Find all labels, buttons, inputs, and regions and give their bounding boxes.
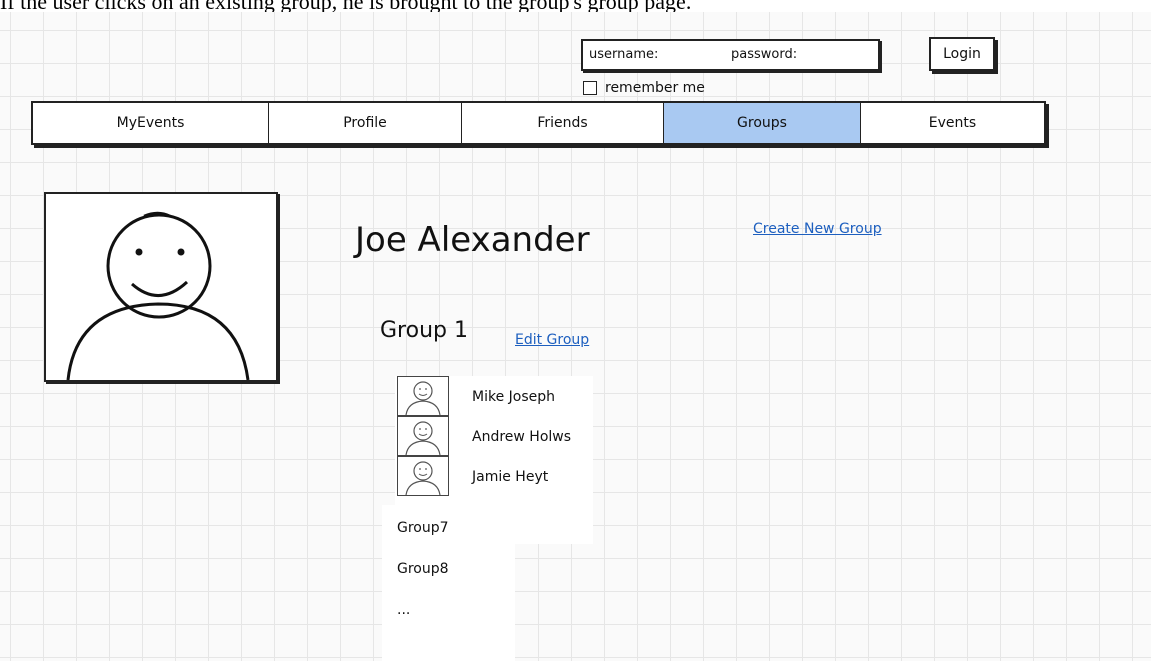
member-name: Jamie Heyt xyxy=(472,469,549,485)
member-avatar-icon xyxy=(397,376,449,416)
page-caption: If the user clicks on an existing group,… xyxy=(0,0,1151,12)
login-credentials-box[interactable]: username: password: xyxy=(581,39,880,71)
smiley-face-icon xyxy=(66,211,250,381)
group-title: Group 1 xyxy=(380,318,468,343)
group-list: Group7 Group8 ... xyxy=(382,505,515,661)
member-name: Andrew Holws xyxy=(472,429,572,445)
remember-me-row[interactable]: remember me xyxy=(583,80,705,96)
tab-groups[interactable]: Groups xyxy=(664,103,861,143)
member-avatar-icon xyxy=(397,456,449,496)
login-button[interactable]: Login xyxy=(929,37,995,71)
remember-me-label: remember me xyxy=(605,80,705,96)
tab-profile[interactable]: Profile xyxy=(269,103,462,143)
create-new-group-link[interactable]: Create New Group xyxy=(753,221,882,237)
remember-me-checkbox[interactable] xyxy=(583,81,597,95)
group-list-item[interactable]: Group8 xyxy=(397,561,449,577)
group-list-item[interactable]: ... xyxy=(397,602,410,618)
member-row[interactable]: Mike Joseph xyxy=(395,376,593,416)
profile-name: Joe Alexander xyxy=(355,220,590,260)
member-row[interactable]: Jamie Heyt xyxy=(395,456,593,496)
tab-myevents[interactable]: MyEvents xyxy=(33,103,269,143)
member-avatar-icon xyxy=(397,416,449,456)
tab-events[interactable]: Events xyxy=(861,103,1044,143)
member-name: Mike Joseph xyxy=(472,389,556,405)
group-list-item[interactable]: Group7 xyxy=(397,520,449,536)
tab-friends[interactable]: Friends xyxy=(462,103,664,143)
password-label[interactable]: password: xyxy=(731,47,797,62)
edit-group-link[interactable]: Edit Group xyxy=(515,332,589,348)
username-label[interactable]: username: xyxy=(589,47,658,62)
profile-avatar xyxy=(44,192,278,382)
member-row[interactable]: Andrew Holws xyxy=(395,416,593,456)
main-nav-tabs: MyEvents Profile Friends Groups Events xyxy=(31,101,1046,145)
